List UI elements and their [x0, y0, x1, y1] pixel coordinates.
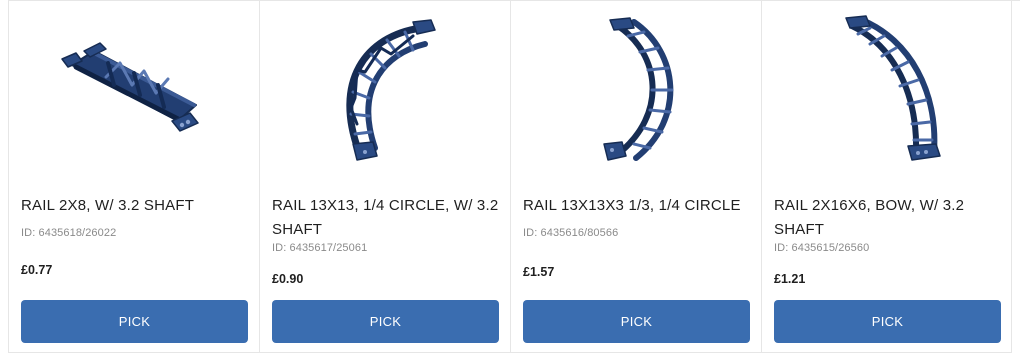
- product-grid: RAIL 2X8, W/ 3.2 SHAFT ID: 6435618/26022…: [8, 0, 1020, 359]
- pick-button[interactable]: PICK: [774, 300, 1001, 343]
- rail-quarter-circle-shaft-icon: [346, 18, 436, 161]
- product-card: RAIL 2X16X6, BOW, W/ 3.2 SHAFT ID: 64356…: [761, 1, 1012, 353]
- product-image[interactable]: [511, 1, 761, 176]
- product-price: £0.77: [21, 263, 53, 277]
- product-price: £1.57: [523, 265, 555, 279]
- product-id: ID: 6435616/80566: [523, 227, 619, 239]
- rail-straight-icon: [61, 41, 199, 132]
- product-card: RAIL 13X13X3 1/3, 1/4 CIRCLE ID: 6435616…: [510, 1, 761, 353]
- product-card: RAIL 2X8, W/ 3.2 SHAFT ID: 6435618/26022…: [8, 1, 259, 353]
- product-price: £1.21: [774, 272, 806, 286]
- product-price: £0.90: [272, 272, 304, 286]
- pick-button[interactable]: PICK: [523, 300, 750, 343]
- product-id: ID: 6435615/26560: [774, 242, 870, 254]
- pick-button[interactable]: PICK: [272, 300, 499, 343]
- product-name[interactable]: RAIL 2X8, W/ 3.2 SHAFT: [21, 194, 253, 218]
- rail-bow-icon: [844, 14, 941, 161]
- product-image[interactable]: [260, 1, 510, 176]
- product-name[interactable]: RAIL 13X13, 1/4 CIRCLE, W/ 3.2 SHAFT: [272, 194, 504, 242]
- product-image[interactable]: [9, 1, 259, 176]
- product-card: RAIL 13X13, 1/4 CIRCLE, W/ 3.2 SHAFT ID:…: [259, 1, 510, 353]
- pick-button[interactable]: PICK: [21, 300, 248, 343]
- product-name[interactable]: RAIL 13X13X3 1/3, 1/4 CIRCLE: [523, 194, 755, 218]
- rail-quarter-circle-icon: [603, 16, 674, 161]
- product-name[interactable]: RAIL 2X16X6, BOW, W/ 3.2 SHAFT: [774, 194, 1006, 242]
- product-image[interactable]: [762, 1, 1011, 176]
- product-id: ID: 6435617/25061: [272, 242, 368, 254]
- product-id: ID: 6435618/26022: [21, 227, 117, 239]
